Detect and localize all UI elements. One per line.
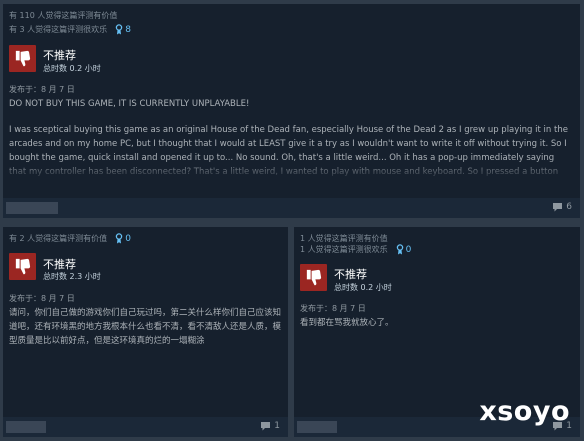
text-fade	[3, 159, 580, 181]
posted-date: 发布于：8 月 7 日	[9, 85, 75, 94]
posted-date: 发布于：8 月 7 日	[300, 304, 366, 313]
avatar[interactable]	[297, 421, 337, 433]
thumbs-down-icon	[300, 264, 327, 291]
comment-count: 6	[566, 202, 572, 212]
review-footer: 1	[3, 417, 288, 437]
playtime-hours: 总时数 0.2 小时	[334, 283, 392, 292]
award-ribbon-icon	[115, 233, 123, 244]
helpful-count: 有 2 人觉得这篇评测有价值 0	[9, 233, 131, 244]
thumbs-down-icon	[9, 45, 36, 72]
watermark-logo: xsoyo	[479, 396, 570, 427]
award-button[interactable]: 8	[115, 24, 131, 35]
review-body: 请问，你们自己做的游戏你们自己玩过吗，第二关什么样你们自己应该知道吧，还有环境黑…	[9, 308, 282, 346]
funny-count-text: 有 3 人觉得这篇评测很欢乐	[9, 25, 108, 34]
helpful-count: 1 人觉得这篇评测有价值	[300, 234, 388, 243]
comment-bubble-icon	[553, 203, 563, 212]
review-verdict: 不推荐	[43, 49, 76, 62]
funny-count: 有 3 人觉得这篇评测很欢乐 8	[9, 24, 131, 35]
award-ribbon-icon	[396, 244, 403, 255]
comment-button[interactable]: 1	[260, 421, 280, 431]
posted-date: 发布于：8 月 7 日	[9, 294, 75, 303]
comment-bubble-icon	[261, 422, 271, 431]
helpful-count-text: 有 2 人觉得这篇评测有价值	[9, 234, 108, 243]
comment-button[interactable]: 6	[552, 202, 572, 212]
review-card: 有 110 人觉得这篇评测有价值 有 3 人觉得这篇评测很欢乐 8 不推荐 总时…	[3, 4, 580, 218]
funny-count-text: 1 人觉得这篇评测很欢乐	[300, 245, 388, 254]
playtime-hours: 总时数 2.3 小时	[43, 272, 101, 281]
review-verdict: 不推荐	[43, 258, 76, 271]
thumbs-down-icon	[9, 253, 36, 280]
avatar[interactable]	[6, 202, 58, 214]
review-verdict: 不推荐	[334, 268, 367, 281]
review-card: 有 2 人觉得这篇评测有价值 0 不推荐 总时数 2.3 小时 发布于：8 月 …	[3, 227, 288, 437]
award-button[interactable]: 0	[115, 233, 131, 244]
avatar[interactable]	[6, 421, 46, 433]
review-body: 看到都在骂我就放心了。	[300, 318, 394, 328]
award-count: 0	[405, 244, 412, 255]
helpful-count: 有 110 人觉得这篇评测有价值	[9, 11, 118, 20]
comment-count: 1	[274, 421, 280, 431]
funny-count: 1 人觉得这篇评测很欢乐 0	[300, 244, 411, 255]
playtime-hours: 总时数 0.2 小时	[43, 64, 101, 73]
award-count: 0	[125, 233, 131, 244]
award-button[interactable]: 0	[396, 244, 412, 255]
award-ribbon-icon	[115, 24, 123, 35]
review-footer: 6	[3, 198, 580, 218]
review-heading: DO NOT BUY THIS GAME, IT IS CURRENTLY UN…	[9, 99, 250, 109]
award-count: 8	[125, 24, 131, 35]
